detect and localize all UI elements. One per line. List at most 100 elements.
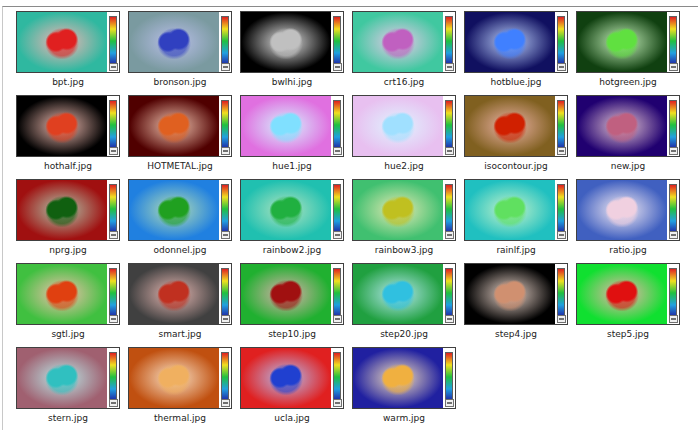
- thumbnail-item[interactable]: smart.jpg: [127, 263, 233, 347]
- thumbnail[interactable]: [352, 347, 456, 409]
- file-name[interactable]: ucla.jpg: [274, 412, 309, 424]
- thumbnail-image: [17, 180, 107, 240]
- thumbnail[interactable]: [128, 95, 232, 157]
- heart-shape: [154, 361, 194, 395]
- image-type-icon: [221, 231, 230, 239]
- thumbnail-item[interactable]: sgtl.jpg: [15, 263, 121, 347]
- thumbnail-item[interactable]: hothalf.jpg: [15, 95, 121, 179]
- thumbnail-item[interactable]: step5.jpg: [575, 263, 681, 347]
- thumbnail-item[interactable]: crt16.jpg: [351, 11, 457, 95]
- file-name[interactable]: hue1.jpg: [272, 160, 311, 172]
- heart-shape: [490, 277, 530, 311]
- file-name[interactable]: crt16.jpg: [384, 76, 424, 88]
- image-type-icon: [109, 231, 118, 239]
- thumbnail-item[interactable]: thermal.jpg: [127, 347, 233, 431]
- thumbnail-item[interactable]: stern.jpg: [15, 347, 121, 431]
- file-name[interactable]: bronson.jpg: [153, 76, 206, 88]
- thumbnail-item[interactable]: HOTMETAL.jpg: [127, 95, 233, 179]
- thumbnail[interactable]: [464, 11, 568, 73]
- thumbnail-image: [577, 264, 667, 324]
- thumbnail[interactable]: [240, 263, 344, 325]
- thumbnail[interactable]: [240, 179, 344, 241]
- thumbnail[interactable]: [128, 179, 232, 241]
- thumbnail[interactable]: [128, 347, 232, 409]
- thumbnail-item[interactable]: hotblue.jpg: [463, 11, 569, 95]
- thumbnail[interactable]: [464, 263, 568, 325]
- thumbnail[interactable]: [16, 11, 120, 73]
- thumbnail[interactable]: [352, 11, 456, 73]
- thumbnail-item[interactable]: hotgreen.jpg: [575, 11, 681, 95]
- thumbnail-item[interactable]: odonnel.jpg: [127, 179, 233, 263]
- heart-shape: [378, 277, 418, 311]
- thumbnail[interactable]: [240, 347, 344, 409]
- file-name[interactable]: odonnel.jpg: [154, 244, 207, 256]
- file-name[interactable]: new.jpg: [611, 160, 646, 172]
- thumbnail[interactable]: [576, 179, 680, 241]
- colorbar: [557, 184, 565, 234]
- file-name[interactable]: bpt.jpg: [52, 76, 84, 88]
- thumbnail[interactable]: [16, 95, 120, 157]
- file-name[interactable]: thermal.jpg: [154, 412, 206, 424]
- file-name[interactable]: warm.jpg: [383, 412, 425, 424]
- thumbnail-item[interactable]: bpt.jpg: [15, 11, 121, 95]
- thumbnail-item[interactable]: rainbow2.jpg: [239, 179, 345, 263]
- thumbnail-item[interactable]: new.jpg: [575, 95, 681, 179]
- file-name[interactable]: rainbow2.jpg: [263, 244, 322, 256]
- thumbnail[interactable]: [576, 11, 680, 73]
- thumbnail-item[interactable]: step4.jpg: [463, 263, 569, 347]
- thumbnail[interactable]: [240, 11, 344, 73]
- thumbnail[interactable]: [464, 179, 568, 241]
- thumbnail-item[interactable]: step10.jpg: [239, 263, 345, 347]
- thumbnail[interactable]: [576, 95, 680, 157]
- thumbnail-item[interactable]: bronson.jpg: [127, 11, 233, 95]
- image-type-icon: [221, 315, 230, 323]
- file-name[interactable]: step20.jpg: [380, 328, 428, 340]
- thumbnail-item[interactable]: hue2.jpg: [351, 95, 457, 179]
- file-name[interactable]: smart.jpg: [159, 328, 202, 340]
- file-name[interactable]: hue2.jpg: [384, 160, 423, 172]
- colorbar: [669, 184, 677, 234]
- thumbnail[interactable]: [352, 263, 456, 325]
- thumbnail-item[interactable]: rainlf.jpg: [463, 179, 569, 263]
- thumbnail-item[interactable]: ucla.jpg: [239, 347, 345, 431]
- file-name[interactable]: stern.jpg: [48, 412, 88, 424]
- file-name[interactable]: isocontour.jpg: [484, 160, 547, 172]
- thumbnail[interactable]: [352, 95, 456, 157]
- thumbnail[interactable]: [240, 95, 344, 157]
- thumbnail[interactable]: [128, 263, 232, 325]
- thumbnail[interactable]: [576, 263, 680, 325]
- thumbnail[interactable]: [464, 95, 568, 157]
- image-type-icon: [221, 63, 230, 71]
- thumbnail-image: [577, 12, 667, 72]
- file-name[interactable]: step10.jpg: [268, 328, 316, 340]
- thumbnail[interactable]: [16, 179, 120, 241]
- file-name[interactable]: nprg.jpg: [49, 244, 86, 256]
- thumbnail-item[interactable]: rainbow3.jpg: [351, 179, 457, 263]
- thumbnail-item[interactable]: bwlhi.jpg: [239, 11, 345, 95]
- thumbnail[interactable]: [16, 347, 120, 409]
- file-name[interactable]: step5.jpg: [607, 328, 649, 340]
- file-name[interactable]: rainbow3.jpg: [375, 244, 434, 256]
- heart-shape: [378, 25, 418, 59]
- thumbnail-image: [353, 348, 443, 408]
- thumbnail[interactable]: [128, 11, 232, 73]
- file-name[interactable]: bwlhi.jpg: [272, 76, 313, 88]
- file-name[interactable]: sgtl.jpg: [51, 328, 84, 340]
- thumbnail[interactable]: [352, 179, 456, 241]
- file-name[interactable]: hothalf.jpg: [44, 160, 92, 172]
- file-name[interactable]: step4.jpg: [495, 328, 537, 340]
- thumbnail-item[interactable]: hue1.jpg: [239, 95, 345, 179]
- colorbar: [221, 268, 229, 318]
- thumbnail-item[interactable]: isocontour.jpg: [463, 95, 569, 179]
- file-name[interactable]: HOTMETAL.jpg: [147, 160, 213, 172]
- thumbnail-item[interactable]: nprg.jpg: [15, 179, 121, 263]
- file-name[interactable]: rainlf.jpg: [496, 244, 535, 256]
- thumbnail-item[interactable]: warm.jpg: [351, 347, 457, 431]
- thumbnail-item[interactable]: step20.jpg: [351, 263, 457, 347]
- thumbnail[interactable]: [16, 263, 120, 325]
- file-name[interactable]: hotgreen.jpg: [599, 76, 657, 88]
- thumbnail-item[interactable]: ratio.jpg: [575, 179, 681, 263]
- heart-shape: [602, 277, 642, 311]
- file-name[interactable]: ratio.jpg: [609, 244, 646, 256]
- file-name[interactable]: hotblue.jpg: [491, 76, 542, 88]
